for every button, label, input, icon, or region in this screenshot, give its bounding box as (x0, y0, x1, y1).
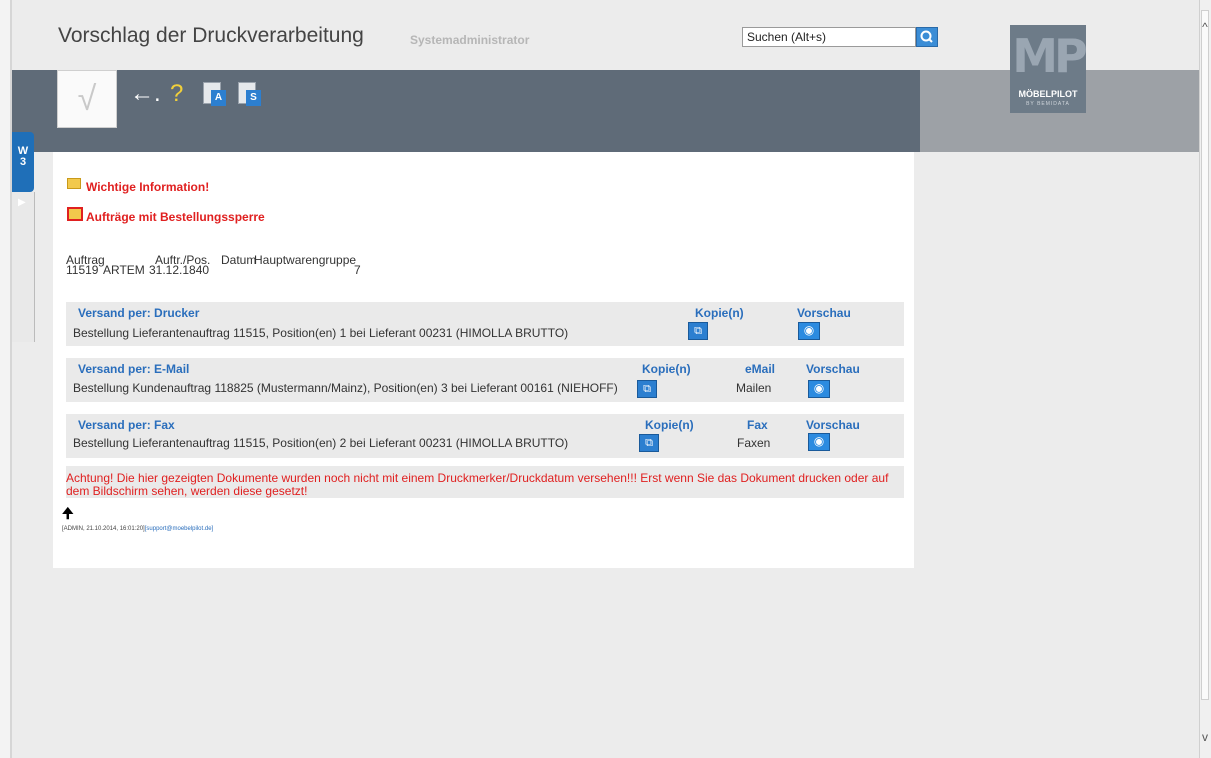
print-document-a-icon[interactable]: A (203, 82, 227, 108)
preview-eye-icon[interactable]: ◉ (808, 433, 830, 451)
copy-icon[interactable]: ⧉ (688, 322, 708, 340)
email-col-email: eMail (745, 362, 776, 376)
drucker-header: Versand per: Drucker (78, 306, 200, 320)
user-label: Systemadministrator (410, 33, 530, 47)
expand-arrow-icon[interactable]: ▶ (18, 197, 26, 208)
email-col-copies: Kopie(n) (642, 362, 691, 376)
folder-icon-selected[interactable] (67, 207, 83, 221)
drucker-col-copies: Kopie(n) (695, 306, 744, 320)
workspace-tab[interactable]: W 3 (12, 132, 34, 192)
link-auftraege-sperre[interactable]: Aufträge mit Bestellungssperre (86, 210, 265, 224)
fax-action-faxen[interactable]: Faxen (737, 436, 770, 450)
warning-text: Achtung! Die hier gezeigten Dokumente wu… (66, 471, 889, 498)
col-header-datum: Datum (221, 253, 257, 267)
page-title: Vorschlag der Druckverarbeitung (58, 24, 364, 47)
doc-s-label: S (246, 90, 261, 106)
cell-auftrag: 11519 (66, 263, 99, 277)
fax-col-fax: Fax (747, 418, 768, 432)
preview-eye-icon[interactable]: ◉ (798, 322, 820, 340)
confirm-button[interactable]: √ (57, 70, 117, 128)
cell-datum: 31.12.1840 (149, 263, 210, 277)
cell-pos: ARTEM (103, 263, 145, 277)
email-col-preview: Vorschau (806, 362, 860, 376)
footer: [ADMIN, 21.10.2014, 16:01:20][support@mo… (62, 526, 213, 532)
fax-row-text: Bestellung Lieferantenauftrag 11515, Pos… (73, 436, 569, 450)
search-icon (920, 30, 933, 43)
help-icon[interactable]: ? (170, 80, 183, 108)
scroll-up-icon[interactable]: ^ (1199, 20, 1211, 34)
workspace-tab-number: 3 (19, 156, 27, 168)
col-header-hauptwarengruppe: Hauptwarengruppe (254, 253, 357, 267)
copy-icon[interactable]: ⧉ (637, 380, 657, 398)
search-button[interactable] (916, 27, 938, 47)
logo-name: MÖBELPILOT (1018, 89, 1078, 99)
logo-subtitle: BY BEMIDATA (1026, 101, 1070, 107)
email-table (66, 358, 904, 402)
footer-info: [ADMIN, 21.10.2014, 16:01:20] (62, 526, 145, 532)
fax-col-copies: Kopie(n) (645, 418, 694, 432)
preview-eye-icon[interactable]: ◉ (808, 380, 830, 398)
email-row-text: Bestellung Kundenauftrag 118825 (Musterm… (73, 381, 618, 395)
support-email-link[interactable]: [support@moebelpilot.de] (145, 526, 213, 532)
copy-icon[interactable]: ⧉ (639, 434, 659, 452)
search-input[interactable] (742, 27, 916, 47)
back-icon[interactable]: ←. (130, 80, 161, 108)
fax-header: Versand per: Fax (78, 418, 175, 432)
drucker-row-text: Bestellung Lieferantenauftrag 11515, Pos… (73, 326, 569, 340)
scroll-top-arrow-icon[interactable]: 🠉 (62, 503, 74, 527)
drucker-col-preview: Vorschau (797, 306, 851, 320)
scroll-down-icon[interactable]: v (1199, 730, 1211, 744)
fax-col-preview: Vorschau (806, 418, 860, 432)
email-header: Versand per: E-Mail (78, 362, 190, 376)
folder-icon[interactable] (67, 178, 81, 189)
cell-hauptwarengruppe: 7 (354, 263, 361, 277)
side-panel (12, 192, 35, 342)
logo-mark: MP (1012, 29, 1088, 83)
email-action-mailen[interactable]: Mailen (736, 381, 771, 395)
moebelpilot-logo: MP MÖBELPILOT BY BEMIDATA (1010, 25, 1088, 113)
link-wichtige-information[interactable]: Wichtige Information! (86, 180, 209, 194)
scrollbar-thumb[interactable] (1201, 10, 1209, 700)
doc-a-label: A (211, 90, 226, 106)
print-document-s-icon[interactable]: S (238, 82, 262, 108)
